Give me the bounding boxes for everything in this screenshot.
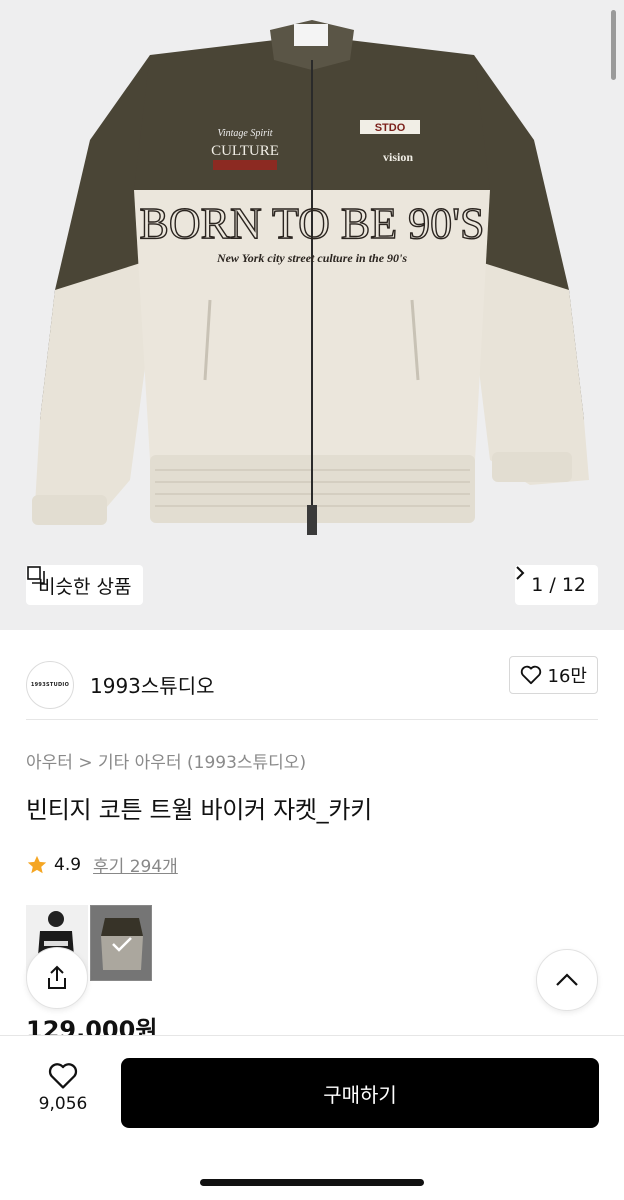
product-page: BORN TO BE 90'S New York city street cul… (0, 0, 624, 1200)
share-button[interactable] (26, 947, 88, 1009)
product-image-carousel[interactable]: BORN TO BE 90'S New York city street cul… (0, 0, 624, 630)
similar-products-label: 비슷한 상품 (38, 575, 132, 598)
patch-left-2: CULTURE (211, 143, 279, 159)
wishlist-count: 9,056 (38, 1094, 88, 1114)
heart-icon (520, 665, 541, 685)
breadcrumb-level1[interactable]: 아우터 (26, 753, 73, 773)
brand-logo[interactable]: 1993STUDIO (26, 660, 74, 709)
brand-like-button[interactable]: 16만 (508, 656, 598, 694)
scroll-indicator (611, 10, 616, 80)
brand-row[interactable]: 1993STUDIO 1993스튜디오 16만 (26, 650, 598, 720)
print-sub: New York city street culture in the 90's (216, 251, 407, 265)
home-indicator (200, 1179, 424, 1186)
rating-score: 4.9 (54, 854, 82, 875)
brand-like-count: 16만 (547, 666, 587, 687)
wishlist-button[interactable]: 9,056 (30, 1062, 96, 1114)
patch-left-1: Vintage Spirit (217, 128, 272, 139)
brand-name[interactable]: 1993스튜디오 (90, 670, 215, 699)
review-count-link[interactable]: 후기 294개 (93, 852, 178, 877)
heart-icon (48, 1063, 78, 1089)
breadcrumb-separator: > (78, 753, 93, 773)
buy-button[interactable]: 구매하기 (121, 1058, 599, 1128)
similar-icon (27, 566, 45, 584)
chevron-right-icon (516, 566, 525, 580)
rating-row[interactable]: 4.9 후기 294개 (26, 852, 178, 877)
patch-right-1: STDO (375, 122, 406, 134)
star-icon (27, 855, 47, 873)
product-title: 빈티지 코튼 트윌 바이커 자켓_카키 (26, 796, 372, 824)
jacket-illustration: BORN TO BE 90'S New York city street cul… (32, 20, 589, 535)
chevron-up-icon (556, 973, 578, 986)
similar-products-button[interactable]: 비슷한 상품 (26, 565, 144, 605)
breadcrumb: 아우터 > 기타 아우터 (1993스튜디오) (26, 748, 306, 773)
bottom-action-bar: 9,056 구매하기 (0, 1035, 624, 1200)
image-counter-text: 1 / 12 (531, 574, 586, 596)
breadcrumb-level2[interactable]: 기타 아우터 (1993스튜디오) (98, 753, 306, 773)
check-icon (112, 937, 132, 952)
image-counter[interactable]: 1 / 12 (515, 565, 598, 605)
color-option-khaki[interactable] (90, 905, 152, 981)
print-main: BORN TO BE 90'S (140, 199, 485, 248)
share-icon (48, 965, 66, 989)
patch-right-2: vision (383, 150, 413, 164)
scroll-top-button[interactable] (536, 949, 598, 1011)
